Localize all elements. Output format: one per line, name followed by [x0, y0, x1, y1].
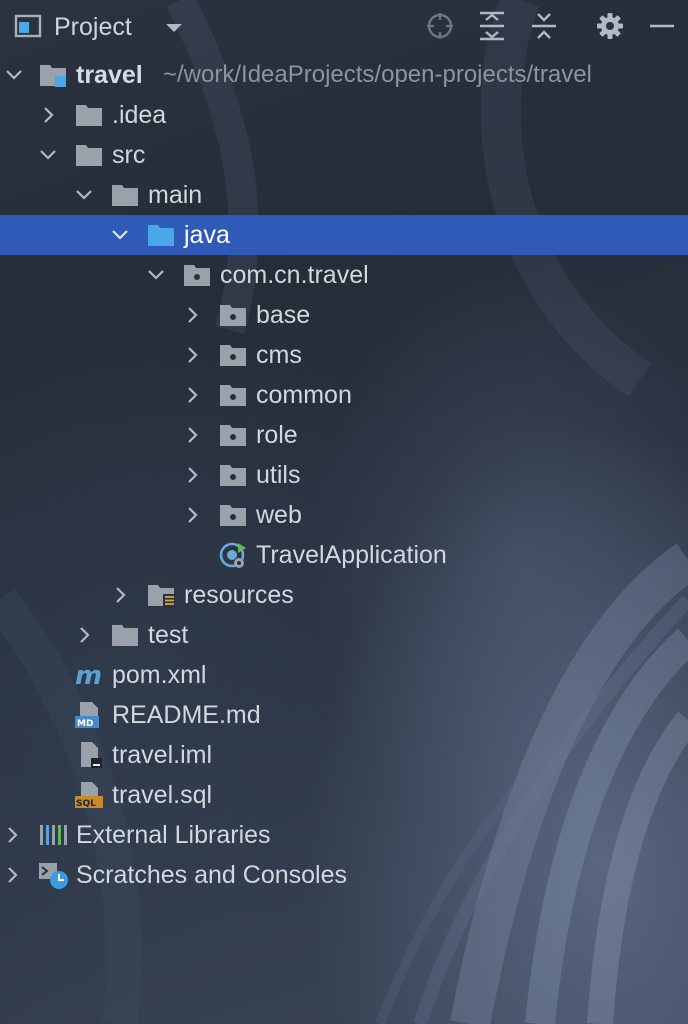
tree-item-package[interactable]: role: [0, 415, 688, 455]
tree-item-travel-root[interactable]: travel ~/work/IdeaProjects/open-projects…: [0, 55, 688, 95]
tree-item-label: test: [148, 621, 189, 649]
package-icon: [220, 465, 246, 486]
tree-item-package[interactable]: web: [0, 495, 688, 535]
tree-item-application-class[interactable]: TravelApplication: [0, 535, 688, 575]
tree-item-resources[interactable]: resources: [0, 575, 688, 615]
package-icon: [220, 305, 246, 326]
chevron-right-icon[interactable]: [74, 625, 94, 645]
tree-item-scratches[interactable]: Scratches and Consoles: [0, 855, 688, 895]
tree-item-label: main: [148, 181, 203, 209]
tree-item-label: role: [256, 421, 298, 449]
tree-item-external-libraries[interactable]: External Libraries: [0, 815, 688, 855]
chevron-right-icon[interactable]: [38, 105, 58, 125]
tree-item-main[interactable]: main: [0, 175, 688, 215]
tree-item-label: cms: [256, 341, 302, 369]
folder-icon: [76, 105, 102, 126]
tree-item-label: com.cn.travel: [220, 261, 369, 289]
iml-file-icon: [81, 742, 102, 768]
chevron-down-icon[interactable]: [4, 65, 24, 85]
chevron-right-icon[interactable]: [182, 465, 202, 485]
markdown-file-icon: MD: [75, 702, 99, 729]
module-folder-icon: [40, 65, 66, 87]
scratches-clock-icon: [39, 863, 68, 889]
tree-item-label: resources: [184, 581, 294, 609]
tree-item-label: travel: [76, 61, 143, 89]
chevron-down-icon[interactable]: [74, 185, 94, 205]
tree-item-package[interactable]: common: [0, 375, 688, 415]
chevron-right-icon[interactable]: [110, 585, 130, 605]
chevron-right-icon[interactable]: [2, 865, 22, 885]
tree-item-label: java: [184, 221, 230, 249]
tree-item-package[interactable]: utils: [0, 455, 688, 495]
package-icon: [220, 505, 246, 526]
tree-item-readme[interactable]: MD README.md: [0, 695, 688, 735]
package-icon: [220, 345, 246, 366]
project-tool-window-header: Project: [0, 0, 688, 54]
chevron-right-icon[interactable]: [182, 505, 202, 525]
package-icon: [220, 385, 246, 406]
tree-item-label: README.md: [112, 701, 261, 729]
tree-item-label: utils: [256, 461, 301, 489]
tree-item-label: pom.xml: [112, 661, 207, 689]
locate-icon[interactable]: [424, 10, 456, 42]
project-view-title[interactable]: Project: [54, 12, 132, 42]
spring-boot-run-class-icon: [219, 542, 246, 568]
tree-item-java[interactable]: java: [0, 215, 688, 255]
tree-item-label: Scratches and Consoles: [76, 861, 347, 889]
settings-gear-icon[interactable]: [594, 10, 626, 42]
svg-text:SQL: SQL: [76, 799, 96, 809]
chevron-down-icon[interactable]: [110, 225, 130, 245]
chevron-right-icon[interactable]: [182, 305, 202, 325]
expand-all-icon[interactable]: [476, 10, 508, 42]
tree-item-label: TravelApplication: [256, 541, 447, 569]
chevron-right-icon[interactable]: [182, 345, 202, 365]
tree-item-pom-xml[interactable]: m pom.xml: [0, 655, 688, 695]
tree-item-label: common: [256, 381, 352, 409]
svg-text:MD: MD: [77, 719, 93, 729]
tree-item-sql[interactable]: SQL travel.sql: [0, 775, 688, 815]
svg-text:m: m: [75, 661, 102, 689]
library-icon: [40, 825, 67, 845]
tree-item-label: web: [256, 501, 302, 529]
tree-item-idea[interactable]: .idea: [0, 95, 688, 135]
tree-item-src[interactable]: src: [0, 135, 688, 175]
collapse-all-icon[interactable]: [528, 10, 560, 42]
resources-folder-icon: [148, 585, 175, 608]
chevron-right-icon[interactable]: [182, 425, 202, 445]
tree-item-package[interactable]: cms: [0, 335, 688, 375]
tree-item-package-root[interactable]: com.cn.travel: [0, 255, 688, 295]
sql-file-icon: SQL: [75, 782, 103, 809]
project-view-icon[interactable]: [14, 12, 42, 40]
hide-minimize-icon[interactable]: [646, 10, 678, 42]
tree-item-package[interactable]: base: [0, 295, 688, 335]
tree-item-label: travel.iml: [112, 741, 213, 769]
folder-icon: [112, 185, 138, 206]
chevron-right-icon[interactable]: [182, 385, 202, 405]
source-root-folder-icon: [148, 225, 174, 246]
tree-item-label: base: [256, 301, 311, 329]
chevron-down-icon[interactable]: [38, 145, 58, 165]
package-icon: [184, 265, 210, 286]
package-icon: [220, 425, 246, 446]
chevron-down-icon[interactable]: [146, 265, 166, 285]
tree-item-iml[interactable]: travel.iml: [0, 735, 688, 775]
folder-icon: [76, 145, 102, 166]
maven-icon: m: [75, 661, 102, 689]
project-path: ~/work/IdeaProjects/open-projects/travel: [163, 61, 592, 88]
chevron-right-icon[interactable]: [2, 825, 22, 845]
folder-icon: [112, 625, 138, 646]
tree-item-label: src: [112, 141, 146, 169]
tree-item-test[interactable]: test: [0, 615, 688, 655]
tree-item-label: travel.sql: [112, 781, 213, 809]
tree-item-label: .idea: [112, 101, 167, 129]
tree-item-label: External Libraries: [76, 821, 271, 849]
dropdown-arrow-icon[interactable]: [163, 18, 185, 38]
